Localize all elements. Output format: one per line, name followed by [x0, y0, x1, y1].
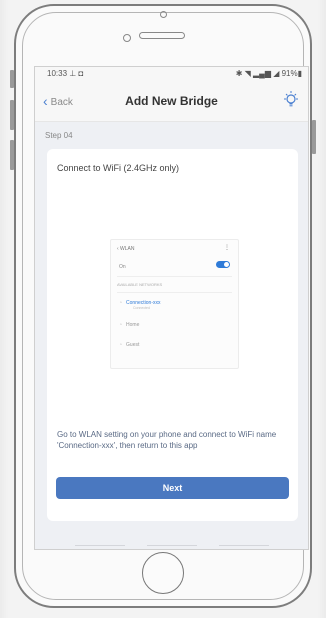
earpiece-speaker [139, 32, 185, 39]
wifi-toggle [216, 261, 230, 268]
front-camera-icon [160, 11, 167, 18]
navigation-bar: ‹ Back Add New Bridge [35, 81, 308, 122]
mini-on-label: On [119, 264, 126, 270]
wifi-icon: ◔ [119, 342, 123, 348]
status-indicators: ✱ ◥ ▂▄▆ ◢ 91%▮ [235, 69, 302, 78]
network-row: ◔ Guest [119, 342, 139, 348]
divider [117, 276, 232, 277]
indicator-segment [75, 545, 125, 546]
side-button-volume-up [10, 100, 14, 130]
wifi-icon: ◔ [119, 322, 123, 328]
network-name: Home [126, 322, 140, 328]
divider [117, 292, 232, 293]
card-heading: Connect to WiFi (2.4GHz only) [57, 163, 180, 173]
network-name: Guest [126, 342, 140, 348]
sensor-icon [123, 34, 131, 42]
phone-screen: 10:33 ⊥ ◘ ✱ ◥ ▂▄▆ ◢ 91%▮ ‹ Back Add New B… [34, 66, 309, 550]
side-button-power [312, 120, 316, 154]
next-button[interactable]: Next [56, 477, 289, 499]
mini-section-label: AVAILABLE NETWORKS [117, 282, 163, 287]
instruction-text: Go to WLAN setting on your phone and con… [57, 430, 277, 450]
status-bar: 10:33 ⊥ ◘ ✱ ◥ ▂▄▆ ◢ 91%▮ [35, 67, 308, 81]
mini-header: ‹ WLAN [117, 246, 135, 252]
more-icon: ⋮ [224, 245, 230, 251]
lightbulb-icon[interactable] [282, 90, 300, 115]
side-button-volume-down [10, 140, 14, 170]
instruction-card: Connect to WiFi (2.4GHz only) ‹ WLAN ⋮ O… [47, 149, 298, 521]
network-row: ◔ Connection-xxx Connected [119, 300, 161, 310]
status-time-text: 10:33 [47, 69, 68, 78]
wlan-settings-illustration: ‹ WLAN ⋮ On AVAILABLE NETWORKS ◔ Connecti… [110, 239, 239, 369]
toggle-knob [224, 262, 229, 267]
notification-icons: ⊥ ◘ [69, 69, 84, 78]
network-row: ◔ Home [119, 322, 139, 328]
page-title: Add New Bridge [125, 94, 218, 108]
side-button-mute [10, 70, 14, 88]
step-label: Step 04 [45, 131, 73, 140]
home-button[interactable] [142, 552, 184, 594]
network-status: Connected [133, 306, 150, 310]
bottom-indicator-bar [35, 537, 308, 549]
wifi-icon: ◔ [119, 300, 123, 306]
indicator-segment [219, 545, 269, 546]
status-time: 10:33 ⊥ ◘ [47, 69, 83, 78]
indicator-segment [147, 545, 197, 546]
